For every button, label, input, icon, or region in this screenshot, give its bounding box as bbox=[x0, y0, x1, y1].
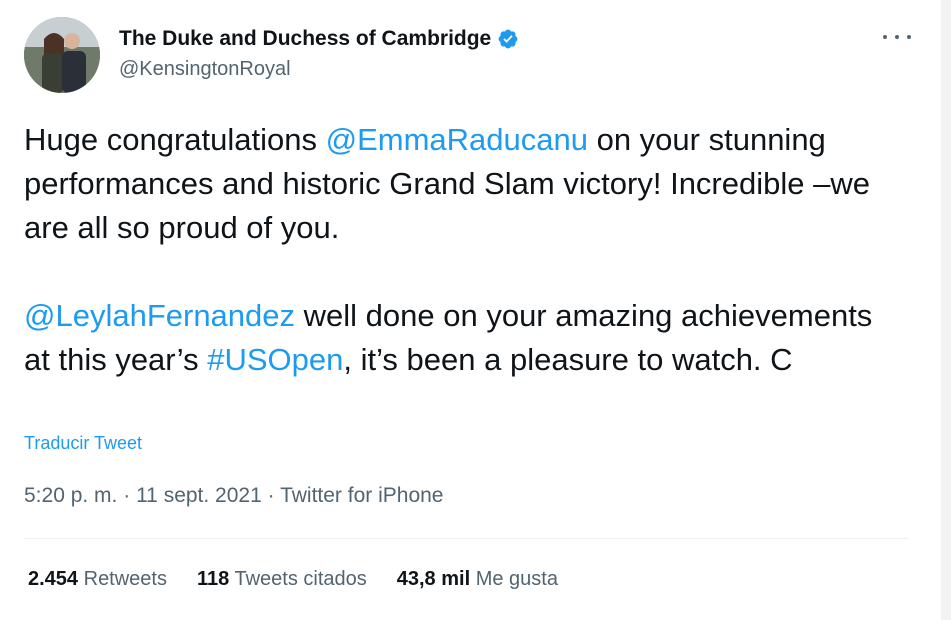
meta-separator: · bbox=[261, 484, 281, 507]
likes-label: Me gusta bbox=[470, 568, 558, 590]
quote-tweets-count: 118 bbox=[197, 568, 230, 590]
meta-separator: · bbox=[117, 484, 137, 507]
verified-badge-icon bbox=[498, 29, 518, 49]
scrollbar-track[interactable] bbox=[941, 0, 951, 620]
likes-count: 43,8 mil bbox=[396, 568, 471, 590]
retweets-stat[interactable]: 2.454 Retweets bbox=[28, 568, 167, 591]
tweet-paragraph-1: Huge congratulations @EmmaRaducanu on yo… bbox=[24, 118, 904, 250]
quote-tweets-label: Tweets citados bbox=[229, 568, 367, 590]
tweet-metadata: 5:20 p. m. · 11 sept. 2021 · Twitter for… bbox=[24, 484, 443, 508]
couple-photo-avatar-icon bbox=[24, 17, 100, 93]
avatar[interactable] bbox=[24, 17, 100, 93]
tweet-time[interactable]: 5:20 p. m. bbox=[24, 484, 117, 507]
mention-link[interactable]: @EmmaRaducanu bbox=[326, 122, 588, 157]
author-display-name[interactable]: The Duke and Duchess of Cambridge bbox=[119, 27, 491, 51]
author-name-row[interactable]: The Duke and Duchess of Cambridge bbox=[119, 27, 519, 51]
tweet-text-segment: Huge congratulations bbox=[24, 122, 326, 157]
tweet-paragraph-2: @LeylahFernandez well done on your amazi… bbox=[24, 294, 904, 382]
retweets-label: Retweets bbox=[78, 568, 167, 590]
author-handle[interactable]: @KensingtonRoyal bbox=[119, 58, 291, 81]
likes-stat[interactable]: 43,8 mil Me gusta bbox=[397, 568, 558, 591]
quote-tweets-stat[interactable]: 118 Tweets citados bbox=[197, 568, 367, 591]
divider bbox=[24, 538, 909, 539]
tweet-card: The Duke and Duchess of Cambridge @Kensi… bbox=[0, 0, 951, 620]
retweets-count: 2.454 bbox=[28, 568, 79, 590]
tweet-date[interactable]: 11 sept. 2021 bbox=[136, 484, 262, 507]
tweet-text: Huge congratulations @EmmaRaducanu on yo… bbox=[24, 118, 904, 382]
mention-link[interactable]: @LeylahFernandez bbox=[24, 298, 295, 333]
translate-tweet-link[interactable]: Traducir Tweet bbox=[24, 433, 142, 454]
tweet-source[interactable]: Twitter for iPhone bbox=[280, 484, 443, 507]
more-options-icon[interactable] bbox=[883, 30, 911, 44]
engagement-stats: 2.454 Retweets 118 Tweets citados 43,8 m… bbox=[28, 568, 558, 591]
hashtag-link[interactable]: #USOpen bbox=[207, 342, 343, 377]
tweet-text-segment: , it’s been a pleasure to watch. C bbox=[343, 342, 793, 377]
